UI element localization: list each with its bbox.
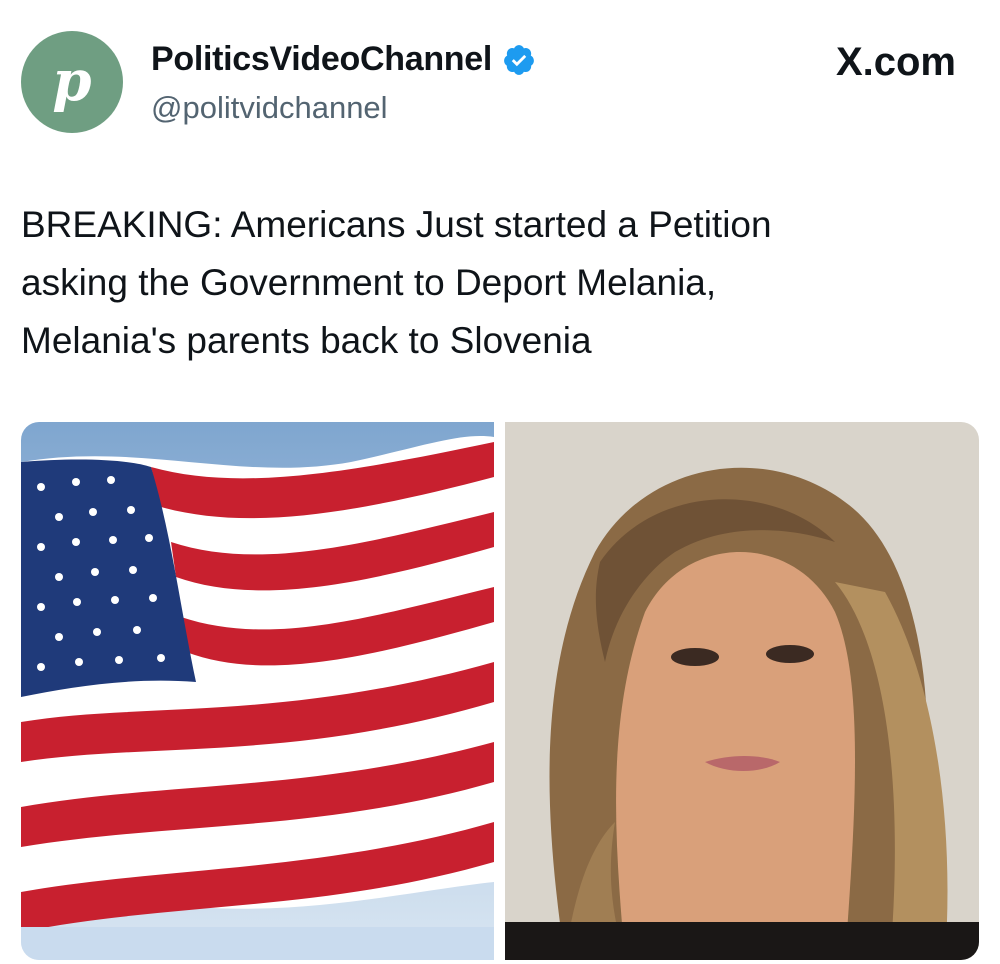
tweet-text: BREAKING: Americans Just started a Petit… [21,204,772,361]
media-grid [21,422,979,960]
account-name-row: PoliticsVideoChannel [151,40,536,79]
avatar[interactable]: p [21,31,123,133]
us-flag-illustration [21,422,494,960]
display-name[interactable]: PoliticsVideoChannel [151,40,492,79]
site-label: X.com [835,40,956,84]
us-flag-photo[interactable] [21,422,494,960]
account-handle[interactable]: @politvidchannel [151,90,388,126]
woman-portrait-photo[interactable] [505,422,979,960]
portrait-illustration [505,422,979,960]
verified-badge-icon [504,44,534,75]
avatar-letter: p [52,48,92,114]
